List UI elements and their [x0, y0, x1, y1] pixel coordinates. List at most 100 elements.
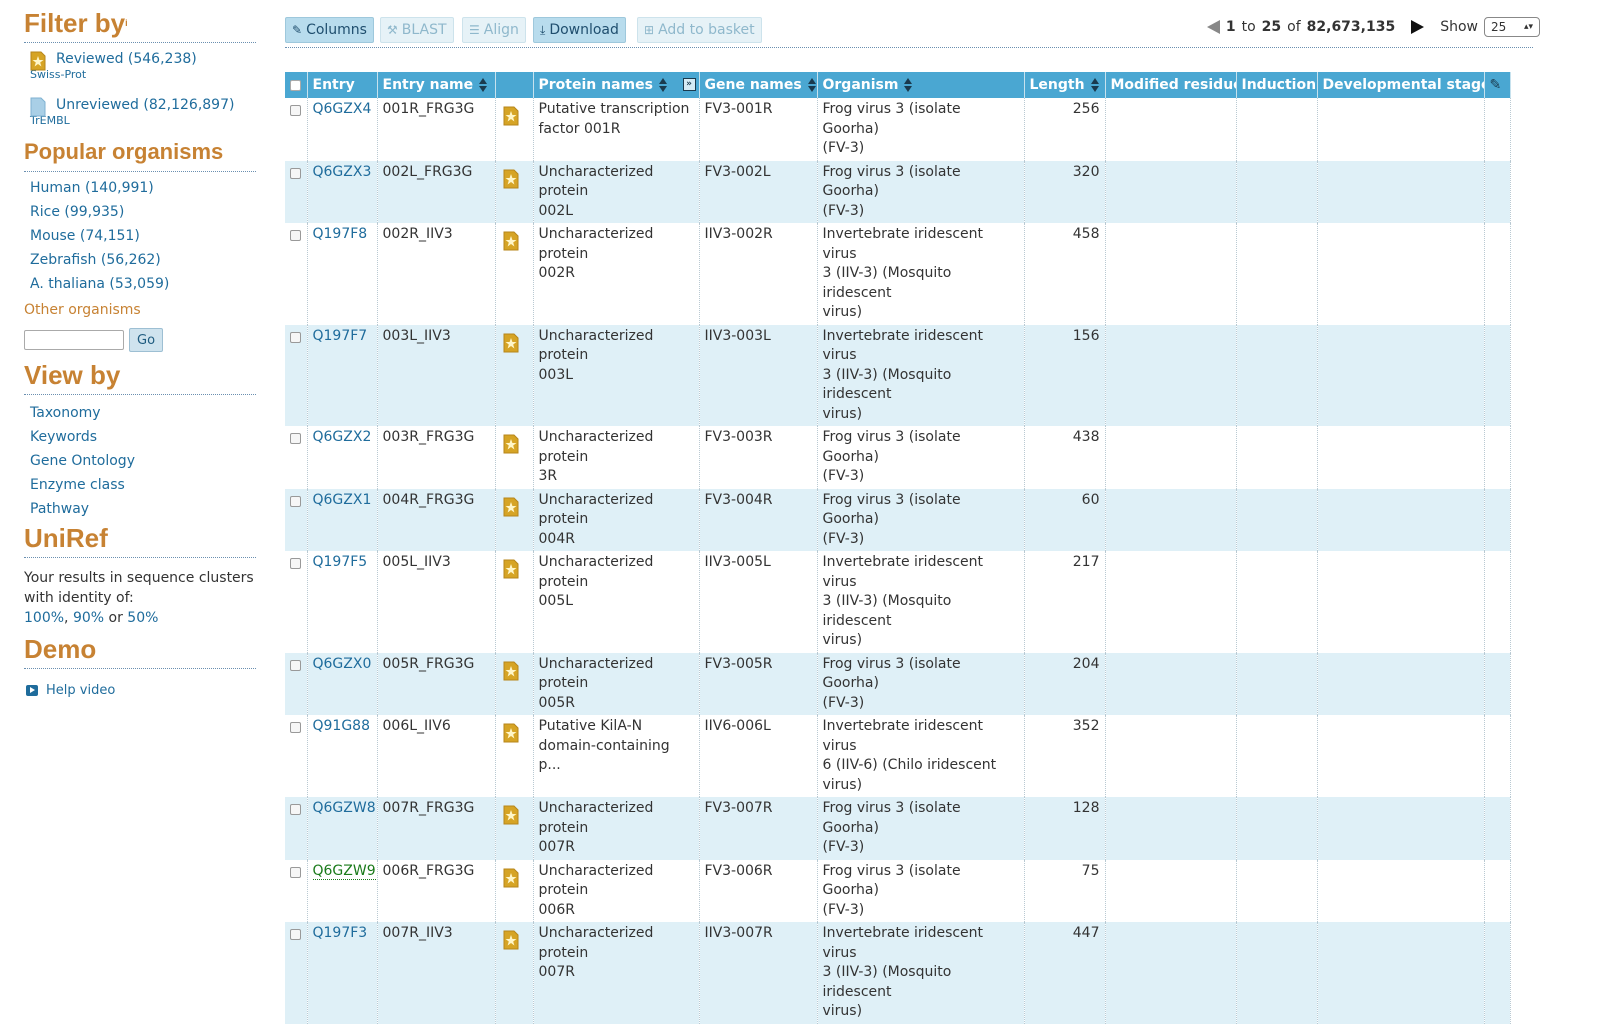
table-row[interactable]: Q6GZX4 001R_FRG3G Putative transcription fa… — [285, 98, 1511, 161]
table-row[interactable]: Q6GZX1 004R_FRG3G Uncharacterized protein 0… — [285, 488, 1511, 551]
view-by-keywords[interactable]: Keywords — [30, 429, 97, 445]
uniref-90-link[interactable]: 90% — [73, 610, 104, 626]
unreviewed-link[interactable]: Unreviewed (82,126,897) — [56, 97, 256, 113]
header-developmental-stage[interactable]: Developmental stage — [1317, 72, 1485, 98]
uniref-50-link[interactable]: 50% — [127, 610, 158, 626]
next-page-icon[interactable] — [1411, 20, 1425, 34]
entry-link[interactable]: Q197F8 — [313, 226, 368, 242]
entry-link[interactable]: Q91G88 — [313, 718, 371, 734]
organism-link-athaliana[interactable]: A. thaliana (53,059) — [30, 276, 169, 292]
header-modified-residue[interactable]: Modified residue — [1105, 72, 1237, 98]
entry-cell: Q6GZW8 — [307, 797, 378, 860]
go-button[interactable]: Go — [129, 328, 164, 352]
row-checkbox[interactable] — [290, 495, 301, 507]
gene-names-cell: IIV3-007R — [699, 922, 818, 1024]
blast-button[interactable]: ⚒ BLAST — [380, 17, 454, 43]
sort-icon[interactable] — [904, 78, 913, 92]
organism-line: (FV-3) — [822, 839, 865, 855]
select-all-header[interactable] — [285, 72, 308, 98]
view-by-taxonomy[interactable]: Taxonomy — [30, 405, 101, 421]
add-to-basket-button[interactable]: ⊞ Add to basket — [637, 17, 762, 43]
row-checkbox[interactable] — [290, 866, 301, 878]
header-organism[interactable]: Organism — [817, 72, 1025, 98]
select-all-checkbox[interactable] — [290, 79, 301, 91]
row-checkbox[interactable] — [290, 804, 301, 815]
columns-button[interactable]: ✎ Columns — [285, 17, 374, 43]
page-size-select[interactable]: 25 ▴▾ — [1484, 17, 1540, 37]
table-row[interactable]: Q6GZW8 007R_FRG3G Uncharacterized protein 0… — [285, 797, 1511, 860]
expand-column-icon[interactable]: » — [682, 78, 696, 91]
entry-link[interactable]: Q197F5 — [313, 554, 368, 570]
entry-link[interactable]: Q6GZW8 — [313, 800, 376, 816]
uniref-text-line1: Your results in sequence clusters — [24, 570, 254, 586]
table-row[interactable]: Q6GZX3 002L_FRG3G Uncharacterized protein 0… — [285, 160, 1511, 223]
prev-page-icon[interactable] — [1206, 20, 1220, 34]
edit-columns-header[interactable]: ✎ — [1484, 72, 1511, 98]
view-by-gene-ontology[interactable]: Gene Ontology — [30, 453, 135, 469]
edit-spacer-cell — [1484, 652, 1511, 715]
table-row[interactable]: Q197F7 003L_IIV3 Uncharacterized protein 00… — [285, 324, 1511, 426]
edit-columns-icon[interactable]: ✎ — [1490, 77, 1502, 93]
entry-link[interactable]: Q6GZX0 — [313, 656, 372, 672]
table-row[interactable]: Q197F8 002R_IIV3 Uncharacterized protein 00… — [285, 223, 1511, 325]
table-row[interactable]: Q197F3 007R_IIV3 Uncharacterized protein 00… — [285, 922, 1511, 1024]
sort-icon[interactable] — [658, 78, 668, 92]
entry-link[interactable]: Q6GZX3 — [313, 164, 372, 180]
filter-reviewed[interactable]: Reviewed (546,238) Swiss-Prot — [24, 51, 256, 89]
row-checkbox[interactable] — [290, 558, 301, 569]
entry-link[interactable]: Q6GZW9 — [312, 862, 376, 880]
protein-names-cell: Putative transcription factor 001R — [533, 98, 700, 161]
sort-icon[interactable] — [807, 78, 816, 92]
table-row[interactable]: Q91G88 006L_IIV6 Putative KilA-N domain-con… — [285, 715, 1511, 797]
row-checkbox[interactable] — [290, 433, 301, 444]
organism-link-mouse[interactable]: Mouse (74,151) — [30, 228, 140, 244]
entry-link[interactable]: Q197F7 — [313, 328, 368, 344]
organism-line: 3 (IIV-3) (Mosquito iridescent — [822, 265, 952, 301]
entry-link[interactable]: Q197F3 — [313, 925, 368, 941]
help-video-row[interactable]: Help video — [24, 683, 256, 698]
reviewed-star-doc-icon — [503, 231, 518, 251]
uniref-100-link[interactable]: 100% — [24, 610, 64, 626]
table-row[interactable]: Q6GZW9 006R_FRG3G Uncharacterized protein 0… — [285, 859, 1511, 922]
table-row[interactable]: Q197F5 005L_IIV3 Uncharacterized protein 00… — [285, 551, 1511, 653]
sort-icon[interactable] — [479, 78, 488, 92]
row-checkbox[interactable] — [290, 929, 301, 940]
entry-link[interactable]: Q6GZX4 — [313, 101, 372, 117]
organism-link-rice[interactable]: Rice (99,935) — [30, 204, 124, 220]
header-induction[interactable]: Induction — [1236, 72, 1318, 98]
length-cell: 75 — [1024, 859, 1106, 922]
view-by-pathway[interactable]: Pathway — [30, 501, 89, 517]
sort-icon[interactable] — [1090, 78, 1100, 92]
table-row[interactable]: Q6GZX2 003R_FRG3G Uncharacterized protein 3… — [285, 426, 1511, 489]
table-row[interactable]: Q6GZX0 005R_FRG3G Uncharacterized protein 0… — [285, 652, 1511, 715]
entry-link[interactable]: Q6GZX1 — [313, 492, 372, 508]
organism-link-zebrafish[interactable]: Zebrafish (56,262) — [30, 252, 161, 268]
filter-unreviewed[interactable]: Unreviewed (82,126,897) TrEMBL — [24, 97, 256, 135]
protein-names-cell: Uncharacterized protein 002L — [533, 160, 700, 223]
view-by-enzyme-class[interactable]: Enzyme class — [30, 477, 125, 493]
reviewed-link[interactable]: Reviewed (546,238) — [56, 51, 256, 67]
protein-name-line: 006R — [538, 901, 575, 918]
row-checkbox[interactable] — [290, 105, 301, 116]
header-length[interactable]: Length — [1024, 72, 1106, 98]
header-gene-names[interactable]: Gene names — [699, 72, 818, 98]
row-checkbox[interactable] — [290, 167, 301, 179]
row-checkbox[interactable] — [290, 659, 301, 671]
row-checkbox[interactable] — [290, 722, 301, 733]
protein-name-line: Uncharacterized protein — [538, 327, 654, 364]
header-entry-name[interactable]: Entry name — [377, 72, 496, 98]
header-protein-names[interactable]: Protein names» — [533, 72, 700, 98]
download-button[interactable]: ⤓ Download — [533, 17, 626, 43]
row-checkbox[interactable] — [290, 230, 301, 241]
entry-link[interactable]: Q6GZX2 — [313, 429, 372, 445]
organism-link-human[interactable]: Human (140,991) — [30, 180, 154, 196]
header-entry[interactable]: Entry — [307, 72, 378, 98]
help-video-link[interactable]: Help video — [46, 683, 115, 698]
align-button[interactable]: ☰ Align — [462, 17, 526, 43]
download-icon: ⤓ — [540, 22, 546, 37]
other-organism-input[interactable] — [24, 330, 124, 350]
gene-names-cell: FV3-004R — [699, 488, 818, 551]
wrench-icon: ⚒ — [387, 23, 398, 37]
row-checkbox[interactable] — [290, 331, 301, 343]
info-icon[interactable]: i — [125, 18, 128, 28]
